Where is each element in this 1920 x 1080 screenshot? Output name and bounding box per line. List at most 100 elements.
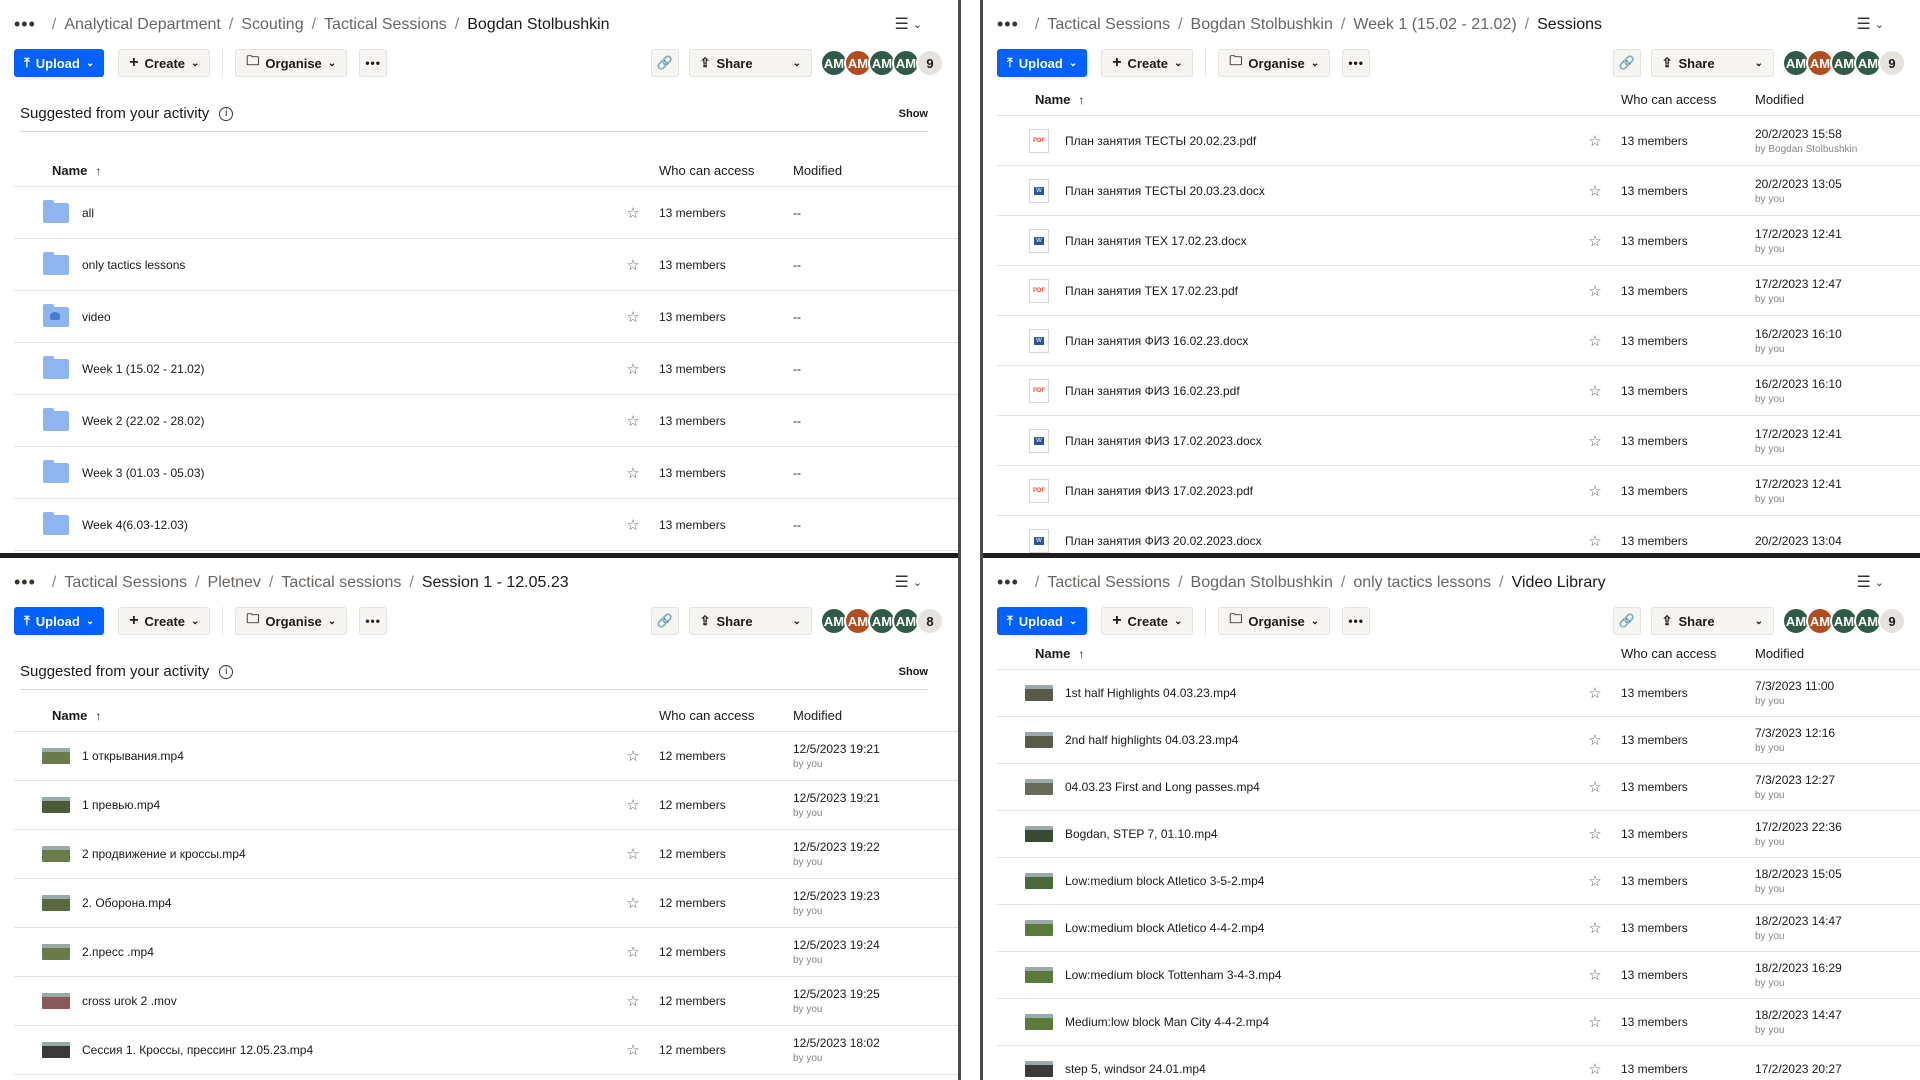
- access-cell[interactable]: 13 members: [1615, 434, 1755, 448]
- members-avatars[interactable]: AM AM AM AM 9: [1782, 607, 1906, 635]
- members-avatars[interactable]: AM AM AM AM 9: [820, 49, 944, 77]
- show-suggested-button[interactable]: Show: [899, 108, 928, 120]
- upload-button[interactable]: ⤒ Upload ⌄: [14, 607, 105, 635]
- access-cell[interactable]: 13 members: [1615, 234, 1755, 248]
- file-name[interactable]: План занятия ФИЗ 16.02.23.docx: [1065, 334, 1248, 348]
- star-icon[interactable]: ☆: [1575, 132, 1615, 150]
- access-cell[interactable]: 12 members: [653, 994, 793, 1008]
- table-row[interactable]: PDF План занятия ТЕСТЫ 20.02.23.pdf ☆ 13 me…: [997, 116, 1920, 166]
- access-cell[interactable]: 13 members: [1615, 827, 1755, 841]
- star-icon[interactable]: ☆: [1575, 825, 1615, 843]
- star-icon[interactable]: ☆: [1575, 684, 1615, 702]
- access-column-header[interactable]: Who can access: [1615, 92, 1755, 107]
- table-row[interactable]: PDF План занятия ФИЗ 16.02.23.pdf ☆ 13 memb…: [997, 366, 1920, 416]
- table-row[interactable]: Week 1 (15.02 - 21.02) ☆ 13 members --: [14, 343, 958, 395]
- members-avatars[interactable]: AM AM AM AM 9: [1782, 49, 1906, 77]
- organise-button[interactable]: 🗀 Organise ⌄: [235, 607, 348, 635]
- table-row[interactable]: W План занятия ФИЗ 20.02.2023.docx ☆ 13 mem…: [997, 516, 1920, 553]
- table-row[interactable]: 1st half Highlights 04.03.23.mp4 ☆ 13 memb…: [997, 670, 1920, 717]
- table-row[interactable]: Low:medium block Tottenham 3-4-3.mp4 ☆ 13 …: [997, 952, 1920, 999]
- table-row[interactable]: PDF План занятия ФИЗ 17.02.2023.pdf ☆ 13 me…: [997, 466, 1920, 516]
- star-icon[interactable]: ☆: [613, 943, 653, 961]
- breadcrumb-link[interactable]: only tactics lessons: [1353, 574, 1491, 592]
- file-name[interactable]: video: [82, 310, 111, 324]
- table-row[interactable]: 1 превью.mp4 ☆ 12 members 12/5/2023 19:21 by…: [14, 781, 958, 830]
- star-icon[interactable]: ☆: [1575, 482, 1615, 500]
- star-icon[interactable]: ☆: [613, 1041, 653, 1059]
- access-column-header[interactable]: Who can access: [653, 708, 793, 723]
- star-icon[interactable]: ☆: [613, 845, 653, 863]
- table-row[interactable]: all ☆ 13 members --: [14, 187, 958, 239]
- access-cell[interactable]: 13 members: [1615, 1015, 1755, 1029]
- create-button[interactable]: + Create ⌄: [1101, 49, 1194, 77]
- name-column-header[interactable]: Name ↑: [14, 163, 613, 178]
- breadcrumb-link[interactable]: Bogdan Stolbushkin: [1191, 574, 1333, 592]
- file-name[interactable]: 2. Оборона.mp4: [82, 896, 172, 910]
- modified-column-header[interactable]: Modified: [793, 163, 958, 178]
- access-cell[interactable]: 13 members: [1615, 780, 1755, 794]
- table-row[interactable]: Week 2 (22.02 - 28.02) ☆ 13 members --: [14, 395, 958, 447]
- table-row[interactable]: Week 4(6.03-12.03) ☆ 13 members --: [14, 499, 958, 551]
- organise-button[interactable]: 🗀 Organise ⌄: [1218, 49, 1331, 77]
- star-icon[interactable]: ☆: [1575, 432, 1615, 450]
- star-icon[interactable]: ☆: [613, 747, 653, 765]
- star-icon[interactable]: ☆: [613, 204, 653, 222]
- star-icon[interactable]: ☆: [1575, 532, 1615, 550]
- table-row[interactable]: step 5, windsor 24.01.mp4 ☆ 13 members 17/2…: [997, 1046, 1920, 1080]
- table-row[interactable]: 1 открывания.mp4 ☆ 12 members 12/5/2023 19:…: [14, 732, 958, 781]
- info-icon[interactable]: i: [219, 664, 234, 679]
- table-row[interactable]: W План занятия ФИЗ 16.02.23.docx ☆ 13 membe…: [997, 316, 1920, 366]
- file-name[interactable]: 04.03.23 First and Long passes.mp4: [1065, 780, 1260, 794]
- share-button[interactable]: ⇪ Share ⌄: [1650, 607, 1774, 635]
- star-icon[interactable]: ☆: [1575, 382, 1615, 400]
- table-row[interactable]: 2.пресс .mp4 ☆ 12 members 12/5/2023 19:24 by…: [14, 928, 958, 977]
- chevron-down-icon[interactable]: ⌄: [793, 616, 801, 627]
- create-button[interactable]: + Create ⌄: [118, 607, 211, 635]
- star-icon[interactable]: ☆: [613, 256, 653, 274]
- star-icon[interactable]: ☆: [613, 308, 653, 326]
- view-toggle[interactable]: ☰ ⌄: [894, 14, 922, 34]
- upload-button[interactable]: ⤒ Upload ⌄: [997, 49, 1088, 77]
- table-row[interactable]: Low:medium block Atletico 3-5-2.mp4 ☆ 13 m…: [997, 858, 1920, 905]
- file-name[interactable]: Low:medium block Tottenham 3-4-3.mp4: [1065, 968, 1282, 982]
- more-icon[interactable]: •••: [14, 14, 36, 35]
- table-row[interactable]: W План занятия ТЕХ 17.02.23.docx ☆ 13 membe…: [997, 216, 1920, 266]
- table-row[interactable]: PDF План занятия ТЕХ 17.02.23.pdf ☆ 13 memb…: [997, 266, 1920, 316]
- file-name[interactable]: План занятия ТЕСТЫ 20.03.23.docx: [1065, 184, 1265, 198]
- file-name[interactable]: План занятия ФИЗ 17.02.2023.docx: [1065, 434, 1262, 448]
- table-row[interactable]: W План занятия ТЕСТЫ 20.03.23.docx ☆ 13 mem…: [997, 166, 1920, 216]
- breadcrumb-link[interactable]: Analytical Department: [64, 16, 221, 34]
- table-row[interactable]: Bogdan, STEP 7, 01.10.mp4 ☆ 13 members 17/2…: [997, 811, 1920, 858]
- breadcrumb-link[interactable]: Tactical Sessions: [64, 574, 187, 592]
- file-name[interactable]: План занятия ТЕСТЫ 20.02.23.pdf: [1065, 134, 1256, 148]
- file-name[interactable]: Week 1 (15.02 - 21.02): [82, 362, 205, 376]
- file-name[interactable]: Week 3 (01.03 - 05.03): [82, 466, 205, 480]
- access-cell[interactable]: 13 members: [1615, 686, 1755, 700]
- more-actions-button[interactable]: •••: [359, 607, 388, 635]
- access-cell[interactable]: 13 members: [1615, 284, 1755, 298]
- star-icon[interactable]: ☆: [1575, 1060, 1615, 1078]
- share-button[interactable]: ⇪ Share ⌄: [688, 49, 812, 77]
- access-cell[interactable]: 13 members: [1615, 968, 1755, 982]
- file-name[interactable]: all: [82, 206, 94, 220]
- star-icon[interactable]: ☆: [1575, 778, 1615, 796]
- access-cell[interactable]: 13 members: [1615, 334, 1755, 348]
- breadcrumb-link[interactable]: Tactical Sessions: [1047, 16, 1170, 34]
- more-icon[interactable]: •••: [997, 572, 1019, 593]
- breadcrumb-link[interactable]: Bogdan Stolbushkin: [1191, 16, 1333, 34]
- upload-button[interactable]: ⤒ Upload ⌄: [14, 49, 105, 77]
- access-cell[interactable]: 13 members: [1615, 184, 1755, 198]
- more-icon[interactable]: •••: [997, 14, 1019, 35]
- file-name[interactable]: План занятия ТЕХ 17.02.23.pdf: [1065, 284, 1238, 298]
- more-actions-button[interactable]: •••: [359, 49, 388, 77]
- more-actions-button[interactable]: •••: [1342, 49, 1371, 77]
- table-row[interactable]: video ☆ 13 members --: [14, 291, 958, 343]
- star-icon[interactable]: ☆: [1575, 731, 1615, 749]
- star-icon[interactable]: ☆: [613, 412, 653, 430]
- breadcrumb-link[interactable]: Pletnev: [208, 574, 261, 592]
- name-column-header[interactable]: Name ↑: [997, 92, 1575, 107]
- star-icon[interactable]: ☆: [1575, 872, 1615, 890]
- access-cell[interactable]: 13 members: [653, 362, 793, 376]
- more-icon[interactable]: •••: [14, 572, 36, 593]
- breadcrumb-link[interactable]: Scouting: [241, 16, 303, 34]
